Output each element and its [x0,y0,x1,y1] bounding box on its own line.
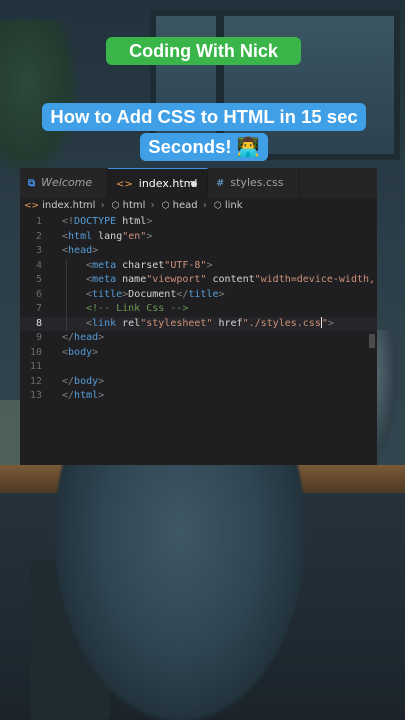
line-number: 4 [35,259,42,271]
code-editor: ⧉ Welcome <> index.html # styles.css <> inde… [20,168,377,465]
tab-label: Welcome [41,176,93,189]
indent-guide [66,273,67,288]
element-icon: ⬡ [161,201,170,211]
breadcrumb-item-head[interactable]: head [173,198,198,214]
line-number: 8 [35,317,42,329]
code-text: <title>Document</title> [86,288,225,300]
line-number: 5 [35,274,42,285]
line-number: 3 [35,245,42,256]
tab-styles-css[interactable]: # styles.css [208,168,300,198]
video-subtitle: How to Add CSS to HTML in 15 sec Seconds… [36,103,372,161]
tab-index-html[interactable]: <> index.html [108,168,208,198]
line-number: 10 [29,346,42,358]
code-line[interactable]: 7 <!-- Link Css --> [20,302,377,317]
code-text: <!-- Link Css --> [86,303,189,314]
code-line[interactable]: 6 <title>Document</title> [20,287,377,302]
tab-label: index.html [138,177,198,190]
code-text: <body> [62,346,99,358]
code-line[interactable]: 3 <head> [20,244,377,259]
indent-guide [66,302,67,317]
line-number: 12 [29,375,42,387]
html-file-icon: <> [24,201,40,211]
code-text: </head> [62,332,105,343]
element-icon: ⬡ [111,201,120,211]
html-file-icon: <> [116,179,133,190]
subtitle-line-2: Seconds! 👨‍💻 [140,133,268,161]
code-text: <head> [62,245,99,256]
breadcrumb-item-file[interactable]: index.html [42,198,95,214]
code-line[interactable]: 11 [20,360,377,375]
line-number: 9 [35,332,42,343]
line-number: 7 [35,303,42,314]
line-number: 13 [29,390,42,401]
code-line[interactable]: 1 <!DOCTYPE html> [20,215,377,230]
indent-guide [66,258,67,273]
line-number: 6 [35,288,42,300]
css-hash-icon: # [216,178,225,189]
channel-title: Coding With Nick [106,37,301,65]
code-text: <!DOCTYPE html> [62,216,153,227]
text-cursor [320,317,322,328]
tab-label: styles.css [230,176,284,189]
code-line[interactable]: 9 </head> [20,331,377,346]
vscode-logo-icon: ⧉ [28,178,36,189]
code-line[interactable]: 5 <meta name"viewport" content"width=devi… [20,273,377,288]
line-number: 11 [29,361,42,372]
line-number: 1 [35,216,42,227]
tab-bar: ⧉ Welcome <> index.html # styles.css [20,168,377,198]
person-silhouette [55,430,305,720]
indent-guide [66,287,67,302]
scrollbar-marker[interactable] [369,334,375,348]
code-text: <link rel"stylesheet" href"./styles.css"… [86,317,334,329]
element-icon: ⬡ [214,201,222,211]
chevron-right-icon: › [202,200,207,211]
chevron-right-icon: › [100,200,105,211]
unsaved-dot-icon[interactable] [191,181,197,187]
code-text: <meta charset"UTF-8"> [86,259,213,271]
code-line[interactable]: 12 </body> [20,375,377,390]
code-text: </body> [62,375,105,387]
subtitle-line-1: How to Add CSS to HTML in 15 sec [42,103,366,131]
chevron-right-icon: › [150,200,155,211]
code-area[interactable]: 1 <!DOCTYPE html> 2 <html lang"en"> 3 <head> 4… [20,215,377,404]
code-text: <meta name"viewport" content"width=devic… [86,274,376,285]
line-number: 2 [35,230,42,242]
breadcrumb-item-html[interactable]: html [123,198,146,214]
code-line[interactable]: 4 <meta charset"UTF-8"> [20,258,377,273]
breadcrumb: <> index.html › ⬡ html › ⬡ head › ⬡ link [20,198,377,214]
code-text: <html lang"en"> [62,230,153,242]
tab-welcome[interactable]: ⧉ Welcome [20,168,108,198]
code-line[interactable]: 2 <html lang"en"> [20,230,377,245]
code-line[interactable]: 8 <link rel"stylesheet" href"./styles.css… [20,316,377,331]
code-line[interactable]: 13 </html> [20,389,377,404]
breadcrumb-item-link[interactable]: link [225,198,243,214]
code-line[interactable]: 10 <body> [20,346,377,361]
code-text: </html> [62,390,105,401]
indent-guide [66,316,67,331]
